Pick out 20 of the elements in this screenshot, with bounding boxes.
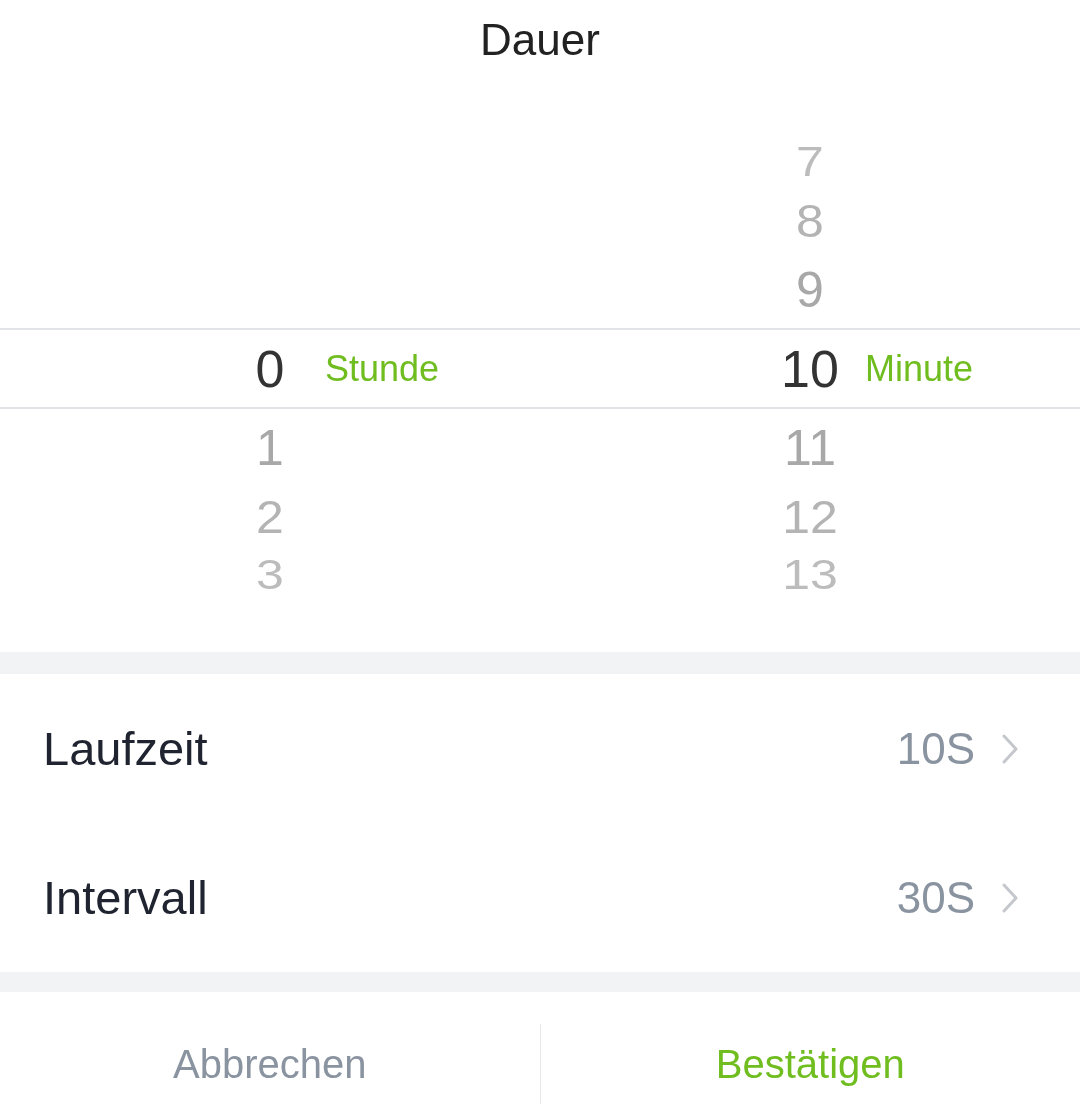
picker-value[interactable]: 2 (256, 493, 284, 540)
setting-value[interactable]: 10S (896, 723, 975, 774)
chevron-right-icon[interactable] (1002, 882, 1018, 913)
setting-label: Laufzeit (43, 721, 208, 776)
picker-value[interactable]: 12 (782, 493, 838, 540)
chevron-right-icon[interactable] (1002, 733, 1018, 764)
setting-value[interactable]: 30S (896, 872, 975, 923)
picker-value[interactable]: 1 (256, 422, 284, 473)
picker-value[interactable]: 9 (796, 264, 824, 315)
picker-value[interactable]: 10 (781, 342, 839, 395)
picker-value[interactable]: 0 (255, 342, 285, 395)
picker-value[interactable]: 3 (256, 554, 284, 596)
picker-value[interactable]: 7 (796, 141, 824, 183)
setting-label: Intervall (43, 870, 208, 925)
unit-label: Stunde (325, 346, 440, 391)
picker-value[interactable]: 8 (796, 197, 824, 244)
picker-value[interactable]: 13 (782, 554, 838, 596)
dialog-title: Dauer (480, 14, 600, 66)
picker-value[interactable]: 11 (784, 422, 836, 473)
unit-label: Minute (865, 346, 974, 391)
